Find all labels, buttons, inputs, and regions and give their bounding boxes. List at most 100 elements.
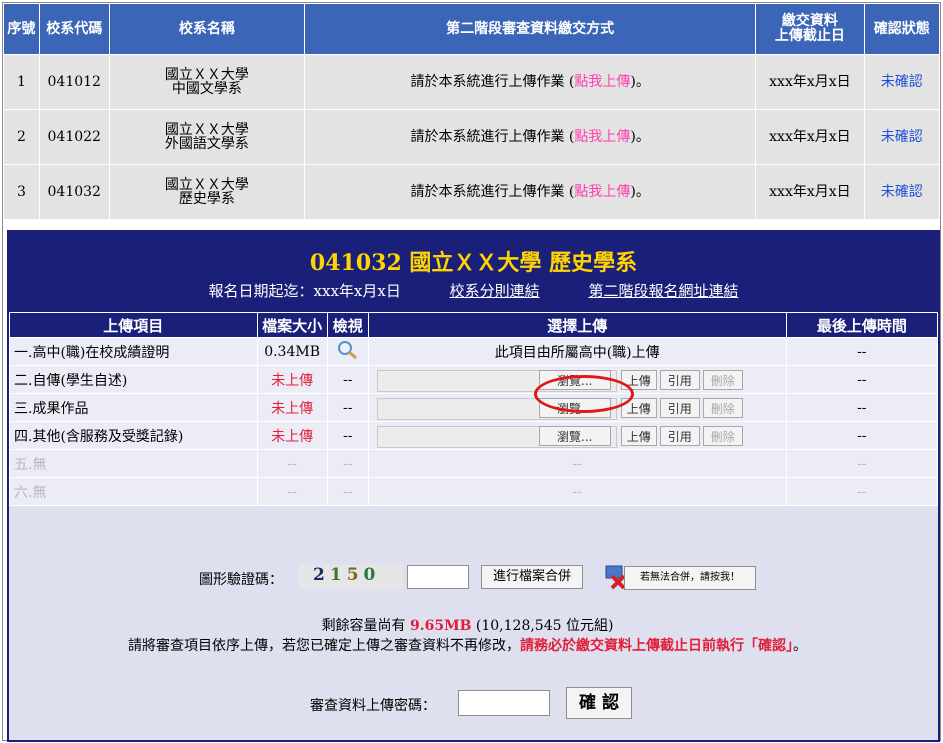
upload-table-header: 上傳項目 檔案大小 檢視 選擇上傳 最後上傳時間 xyxy=(9,312,939,338)
captcha-input[interactable] xyxy=(407,565,469,589)
delete-button[interactable]: 刪除 xyxy=(702,398,743,418)
magnifier-icon[interactable] xyxy=(337,340,359,360)
item-view: -- xyxy=(326,477,369,506)
captcha-digit: 1 xyxy=(329,565,347,585)
col-header-status: 確認狀態 xyxy=(863,3,941,55)
last-upload-time: -- xyxy=(785,449,939,478)
merge-files-button[interactable]: 進行檔案合併 xyxy=(481,565,583,589)
page-frame: 序號 校系代碼 校系名稱 第二階段審查資料繳交方式 繳交資料 上傳截止日 確認狀… xyxy=(2,2,941,742)
upload-cell: -- xyxy=(367,477,787,506)
last-upload-time: -- xyxy=(785,393,939,422)
col-header-deadline-line1: 繳交資料 xyxy=(781,13,838,29)
delete-button[interactable]: 刪除 xyxy=(702,370,743,390)
row-no: 3 xyxy=(3,164,40,220)
upload-row: 六.無 -- -- -- -- xyxy=(9,477,939,506)
row-deadline: xxx年x月x日 xyxy=(755,164,865,220)
item-size: -- xyxy=(256,449,328,478)
row-dept-name: 國立ＸＸ大學 歷史學系 xyxy=(108,164,306,220)
registration-period: 報名日期起迄：xxx年x月x日 xyxy=(208,282,401,300)
col-header-deadline: 繳交資料 上傳截止日 xyxy=(755,3,865,55)
item-view: -- xyxy=(326,449,369,478)
dept-name: 歷史學系 xyxy=(178,191,235,207)
item-name: 五.無 xyxy=(9,449,258,478)
upload-link[interactable]: 點我上傳 xyxy=(574,184,630,200)
cite-button[interactable]: 引用 xyxy=(659,370,700,390)
file-upload-controls: 瀏覽... 上傳 引用 刪除 xyxy=(369,394,786,421)
upload-items-table: 上傳項目 檔案大小 檢視 選擇上傳 最後上傳時間 一.高中(職)在校成績證明 0… xyxy=(9,312,939,506)
method-text-end: )。 xyxy=(630,74,650,90)
browse-button[interactable]: 瀏覽... xyxy=(538,370,611,390)
captcha-digit: 2 xyxy=(313,565,330,585)
row-method: 請於本系統進行上傳作業 (點我上傳)。 xyxy=(304,54,757,110)
col-header-view: 檢視 xyxy=(326,312,369,338)
method-text: 請於本系統進行上傳作業 ( xyxy=(410,129,575,145)
row-dept-name: 國立ＸＸ大學 外國語文學系 xyxy=(108,109,306,165)
upload-button[interactable]: 上傳 xyxy=(620,426,657,446)
row-no: 2 xyxy=(3,109,40,165)
last-upload-time: -- xyxy=(785,477,939,506)
col-header-deadline-line2: 上傳截止日 xyxy=(774,28,845,44)
note-prefix: 請將審查項目依序上傳，若您已確定上傳之審查資料不再修改， xyxy=(128,638,520,654)
table-row: 3 041032 國立ＸＸ大學 歷史學系 請於本系統進行上傳作業 (點我上傳)。… xyxy=(3,164,941,220)
cannot-merge-button[interactable]: 若無法合併，請按我！ xyxy=(604,562,756,592)
captcha-row: 圖形驗證碼： 2150 進行檔案合併 若無法合併，請按我！ xyxy=(3,560,932,596)
cite-button[interactable]: 引用 xyxy=(659,398,700,418)
row-code: 041022 xyxy=(38,109,110,165)
upload-row: 一.高中(職)在校成績證明 0.34MB 此項目由所屬高中(職)上傳 -- xyxy=(9,337,939,366)
col-header-item: 上傳項目 xyxy=(9,312,258,338)
confirm-button[interactable]: 確 認 xyxy=(566,687,632,719)
item-name: 二.自傳(學生自述) xyxy=(9,365,258,394)
dept-name: 中國文學系 xyxy=(171,81,242,97)
password-label: 審查資料上傳密碼： xyxy=(310,698,436,714)
stage2-registration-link[interactable]: 第二階段報名網址連結 xyxy=(588,282,738,300)
last-upload-time: -- xyxy=(785,365,939,394)
item-size: 未上傳 xyxy=(256,421,328,450)
upload-password-input[interactable] xyxy=(458,690,550,716)
upload-row: 四.其他(含服務及受獎記錄) 未上傳 -- 瀏覽... 上傳 引用 刪除 -- xyxy=(9,421,939,450)
upload-button[interactable]: 上傳 xyxy=(620,398,657,418)
captcha-digit: 0 xyxy=(363,565,381,585)
dept-rules-link[interactable]: 校系分則連結 xyxy=(450,282,540,300)
dept-name: 外國語文學系 xyxy=(164,136,249,152)
browse-button[interactable]: 瀏覽... xyxy=(538,426,611,446)
last-upload-time: -- xyxy=(785,421,939,450)
method-text-end: )。 xyxy=(630,129,650,145)
upload-cell: 瀏覽... 上傳 引用 刪除 xyxy=(367,421,787,450)
row-no: 1 xyxy=(3,54,40,110)
row-deadline: xxx年x月x日 xyxy=(755,54,865,110)
upload-cell: 瀏覽... 上傳 引用 刪除 xyxy=(367,365,787,394)
item-size: -- xyxy=(256,477,328,506)
upload-note: 剩餘容量尚有 9.65MB (10,128,545 位元組) 請將審查項目依序上… xyxy=(3,616,932,656)
item-name: 一.高中(職)在校成績證明 xyxy=(9,337,258,366)
cite-button[interactable]: 引用 xyxy=(659,426,700,446)
upload-link[interactable]: 點我上傳 xyxy=(574,74,630,90)
row-status: 未確認 xyxy=(863,54,941,110)
table-row: 2 041022 國立ＸＸ大學 外國語文學系 請於本系統進行上傳作業 (點我上傳… xyxy=(3,109,941,165)
capacity-suffix: (10,128,545 位元組) xyxy=(471,618,614,634)
browse-button[interactable]: 瀏覽... xyxy=(538,398,611,418)
row-method: 請於本系統進行上傳作業 (點我上傳)。 xyxy=(304,109,757,165)
file-upload-controls: 瀏覽... 上傳 引用 刪除 xyxy=(369,422,786,449)
upload-link[interactable]: 點我上傳 xyxy=(574,129,630,145)
note-suffix: 。 xyxy=(793,638,807,654)
col-header-name: 校系名稱 xyxy=(108,3,306,55)
upload-row: 二.自傳(學生自述) 未上傳 -- 瀏覽... 上傳 引用 刪除 -- xyxy=(9,365,939,394)
capacity-value: 9.65MB xyxy=(410,618,472,634)
note-emphasis: 請務必於繳交資料上傳截止日前執行「確認」 xyxy=(520,638,793,654)
delete-button[interactable]: 刪除 xyxy=(702,426,743,446)
item-size: 未上傳 xyxy=(256,393,328,422)
panel-header: 041032 國立ＸＸ大學 歷史學系 報名日期起迄：xxx年x月x日 校系分則連… xyxy=(9,232,938,312)
row-status: 未確認 xyxy=(863,164,941,220)
item-view: -- xyxy=(326,393,369,422)
item-view: -- xyxy=(326,365,369,394)
captcha-digit: 5 xyxy=(346,565,364,585)
upload-button[interactable]: 上傳 xyxy=(620,370,657,390)
item-name: 三.成果作品 xyxy=(9,393,258,422)
view-cell xyxy=(326,337,369,366)
row-status: 未確認 xyxy=(863,109,941,165)
col-header-code: 校系代碼 xyxy=(38,3,110,55)
captcha-image: 2150 xyxy=(299,565,403,589)
upload-cell: 此項目由所屬高中(職)上傳 xyxy=(367,337,787,366)
item-size: 未上傳 xyxy=(256,365,328,394)
col-header-no: 序號 xyxy=(3,3,40,55)
